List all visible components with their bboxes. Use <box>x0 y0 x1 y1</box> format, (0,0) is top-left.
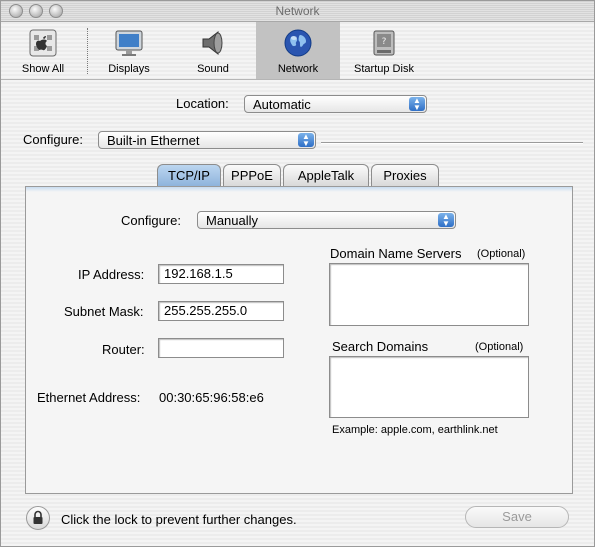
dns-servers-field[interactable] <box>329 263 529 326</box>
subnet-mask-field[interactable]: 255.255.255.0 <box>158 301 284 321</box>
tcpip-configure-label: Configure: <box>121 213 181 228</box>
toolbar-label: Sound <box>197 63 229 75</box>
lock-button[interactable] <box>26 506 50 530</box>
apple-show-all-icon <box>29 29 57 57</box>
toolbar-label: Show All <box>21 63 65 75</box>
title-bar: Network <box>1 1 594 22</box>
speaker-icon <box>202 30 223 56</box>
popup-arrows-icon: ▲ ▼ <box>298 133 314 148</box>
configure-label: Configure: <box>23 132 83 147</box>
toolbar-startup-disk[interactable]: ? Startup Disk <box>347 22 421 79</box>
toolbar-label: Startup Disk <box>354 63 414 75</box>
window-title: Network <box>275 4 320 18</box>
lock-message: Click the lock to prevent further change… <box>61 512 297 527</box>
router-label: Router: <box>102 342 145 357</box>
configure-interface-popup[interactable]: Built-in Ethernet ▲ ▼ <box>98 131 316 149</box>
tab-tcpip[interactable]: TCP/IP <box>157 164 221 186</box>
ip-address-label: IP Address: <box>78 267 145 282</box>
popup-arrows-icon: ▲ ▼ <box>409 97 425 112</box>
location-value: Automatic <box>253 97 311 112</box>
disk-icon: ? <box>373 30 395 56</box>
toolbar-divider <box>87 28 88 74</box>
tab-proxies[interactable]: Proxies <box>371 164 439 186</box>
ip-address-field[interactable]: 192.168.1.5 <box>158 264 284 284</box>
dns-optional-label: (Optional) <box>477 248 526 260</box>
lock-icon <box>33 510 43 524</box>
toolbar-sound[interactable]: Sound <box>179 22 247 79</box>
network-preferences-window: Network Show All Displays Sound Network … <box>0 0 595 547</box>
search-domains-optional-label: (Optional) <box>475 341 524 353</box>
search-domains-field[interactable] <box>329 356 529 418</box>
save-button[interactable]: Save <box>465 506 569 528</box>
tcpip-configure-popup[interactable]: Manually ▲ ▼ <box>197 211 456 229</box>
display-icon <box>115 30 143 56</box>
configure-interface-value: Built-in Ethernet <box>107 133 200 148</box>
search-domains-label: Search Domains <box>332 339 429 354</box>
ethernet-address-label: Ethernet Address: <box>37 390 141 405</box>
subnet-mask-label: Subnet Mask: <box>64 304 144 319</box>
tab-appletalk[interactable]: AppleTalk <box>283 164 369 186</box>
toolbar-displays[interactable]: Displays <box>95 22 163 79</box>
globe-icon <box>284 29 312 57</box>
tcpip-panel: Configure: Manually ▲ ▼ IP Address: 192.1… <box>25 186 573 494</box>
separator-line <box>321 142 583 144</box>
router-field[interactable] <box>158 338 284 358</box>
location-popup[interactable]: Automatic ▲ ▼ <box>244 95 427 113</box>
popup-arrows-icon: ▲ ▼ <box>438 213 454 228</box>
toolbar-show-all[interactable]: Show All <box>9 22 77 79</box>
ethernet-address-value: 00:30:65:96:58:e6 <box>159 390 264 405</box>
toolbar-label: Displays <box>108 63 150 75</box>
svg-text:?: ? <box>382 37 387 47</box>
example-text: Example: apple.com, earthlink.net <box>332 424 498 436</box>
tab-pppoe[interactable]: PPPoE <box>223 164 281 186</box>
tcpip-configure-value: Manually <box>206 213 259 228</box>
toolbar-label: Network <box>277 63 319 75</box>
toolbar: Show All Displays Sound Network ? Startu… <box>1 22 594 80</box>
dns-label: Domain Name Servers <box>330 246 462 261</box>
location-label: Location: <box>176 96 229 111</box>
toolbar-network[interactable]: Network <box>256 22 340 79</box>
